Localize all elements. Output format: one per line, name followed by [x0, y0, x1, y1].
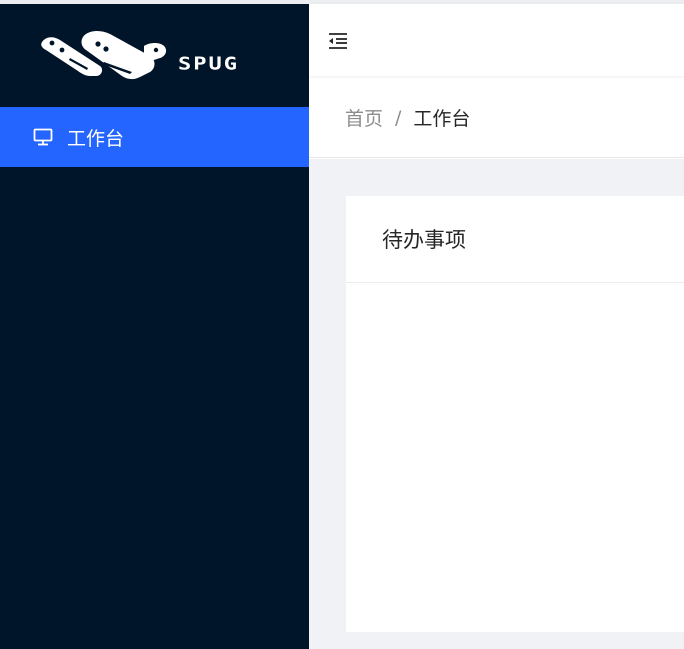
logo-text: SPUG [178, 54, 239, 75]
spug-logo-icon [41, 31, 167, 80]
desktop-icon [33, 127, 53, 147]
breadcrumb-separator: / [395, 106, 402, 129]
sidebar: SPUG 工作台 [0, 4, 309, 649]
card-title: 待办事项 [346, 196, 684, 283]
menu-fold-icon[interactable] [327, 31, 349, 51]
sidebar-item-workbench[interactable]: 工作台 [0, 107, 309, 167]
sidebar-item-label: 工作台 [67, 127, 125, 150]
breadcrumb-current: 工作台 [413, 108, 471, 130]
logo[interactable]: SPUG [0, 4, 309, 107]
app-window: SPUG 工作台 首页 / 工作台 待办事项 [0, 0, 684, 649]
breadcrumb-home[interactable]: 首页 [345, 104, 383, 131]
main-content: 待办事项 [309, 159, 684, 649]
todo-card: 待办事项 [346, 196, 684, 632]
breadcrumb: 首页 / 工作台 [309, 78, 684, 158]
top-header [309, 4, 684, 76]
